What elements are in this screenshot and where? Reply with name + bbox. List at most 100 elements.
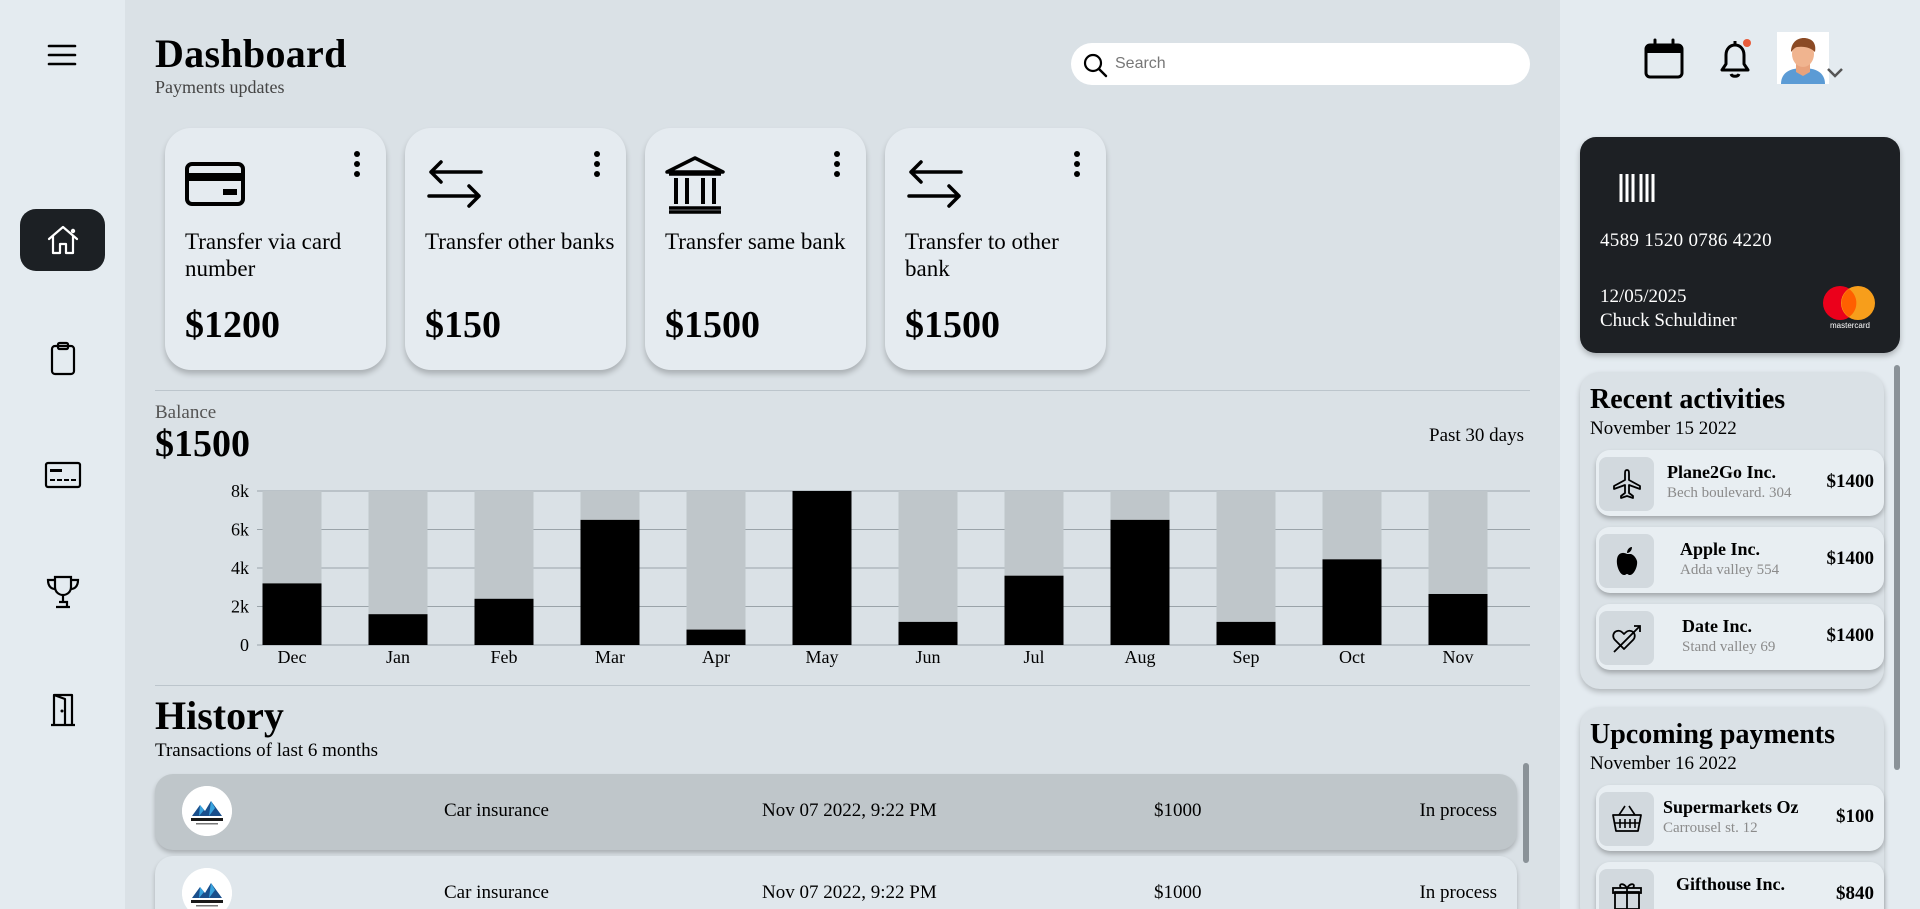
clipboard-icon <box>50 341 75 376</box>
balance-bar-chart: 0 2k 4k 6k 8k Dec Jan Feb Mar Apr May Jun Jul Aug Sep O… <box>231 481 1530 667</box>
transaction-name: Car insurance <box>444 882 549 903</box>
transfer-amount: $150 <box>425 304 501 346</box>
bar <box>1322 559 1382 645</box>
y-tick-label: 0 <box>240 635 249 655</box>
bar <box>1216 621 1276 645</box>
bank-card[interactable]: 4589 1520 0786 4220 12/05/2025 Chuck Sch… <box>1580 137 1900 353</box>
door-icon <box>50 693 75 727</box>
bar <box>1110 519 1170 645</box>
sidebar-item-logout[interactable] <box>20 679 105 741</box>
y-tick-label: 4k <box>231 558 249 578</box>
history-scrollbar[interactable] <box>1523 763 1529 863</box>
payment-name: Gifthouse Inc. <box>1676 874 1786 894</box>
status-badge: In process <box>1419 882 1497 903</box>
x-tick-label: Jan <box>386 647 410 667</box>
panel-date: November 15 2022 <box>1590 418 1737 439</box>
transaction-date: Nov 07 2022, 9:22 PM <box>762 882 937 903</box>
activity-item[interactable]: Plane2Go Inc. Bech boulevard. 304 $1400 <box>1596 450 1884 516</box>
payment-name: Supermarkets Oz <box>1663 797 1799 817</box>
right-panel-scrollbar[interactable] <box>1894 365 1900 770</box>
search-input[interactable] <box>1115 51 1515 77</box>
panel-title: Recent activities <box>1590 384 1786 415</box>
transfer-label: Transfer same bank <box>665 229 846 254</box>
x-tick-label: May <box>806 647 839 667</box>
menu-button[interactable] <box>42 38 82 72</box>
transfer-card[interactable]: Transfer other banks $150 <box>405 128 626 370</box>
hamburger-menu-icon <box>47 44 77 66</box>
card-brand-name: mastercard <box>1829 321 1870 330</box>
transfer-card[interactable]: Transfer to other bank $1500 <box>885 128 1106 370</box>
activity-item[interactable]: Date Inc. Stand valley 69 $1400 <box>1596 604 1884 670</box>
bar-track <box>686 491 746 645</box>
status-badge: In process <box>1419 800 1497 821</box>
activity-item[interactable]: Apple Inc. Adda valley 554 $1400 <box>1596 527 1884 593</box>
transfer-label: Transfer via card number <box>185 229 342 281</box>
heart-arrow-icon <box>1611 625 1641 653</box>
more-options-icon[interactable] <box>590 150 604 180</box>
apple-icon <box>1616 547 1637 575</box>
bar <box>368 614 428 645</box>
basket-icon <box>1611 805 1642 832</box>
activity-amount: $1400 <box>1826 471 1875 492</box>
company-logo <box>182 786 232 836</box>
x-tick-label: Nov <box>1443 647 1474 667</box>
sidebar-item-cards[interactable] <box>20 444 105 506</box>
sidebar-item-trophy[interactable] <box>20 561 105 623</box>
transaction-amount: $1000 <box>1154 882 1202 903</box>
search-icon <box>1083 53 1108 78</box>
card-expiry: 12/05/2025 <box>1600 286 1687 307</box>
transfer-card[interactable]: Transfer via card number $1200 <box>165 128 386 370</box>
activity-address: Bech boulevard. 304 <box>1667 485 1792 501</box>
more-options-icon[interactable] <box>830 150 844 180</box>
panel-date: November 16 2022 <box>1590 753 1737 774</box>
bar <box>792 491 852 645</box>
company-logo <box>182 868 232 909</box>
more-options-icon[interactable] <box>350 150 364 180</box>
transaction-date: Nov 07 2022, 9:22 PM <box>762 800 937 821</box>
transfer-label: Transfer other banks <box>425 229 615 254</box>
bar <box>262 583 322 645</box>
transfer-arrows-icon <box>427 160 483 208</box>
transfer-amount: $1500 <box>905 304 1000 346</box>
activity-amount: $1400 <box>1826 625 1875 646</box>
bank-icon <box>665 156 725 214</box>
transfer-card[interactable]: Transfer same bank $1500 <box>645 128 866 370</box>
avatar[interactable] <box>1777 32 1829 84</box>
trophy-icon <box>46 575 79 609</box>
credit-card-icon <box>185 162 245 206</box>
chevron-down-icon[interactable] <box>1826 66 1844 80</box>
transaction-name: Car insurance <box>444 800 549 821</box>
sidebar-item-home[interactable] <box>20 209 105 271</box>
panel-title: Upcoming payments <box>1590 719 1836 750</box>
x-tick-label: Apr <box>702 647 730 667</box>
x-tick-label: Jul <box>1023 647 1044 667</box>
page-title: Dashboard <box>155 31 347 76</box>
home-icon <box>47 225 78 255</box>
notification-bell-icon[interactable] <box>1713 37 1757 81</box>
activity-amount: $1400 <box>1826 548 1875 569</box>
payment-item[interactable]: Gifthouse Inc. $840 <box>1596 862 1884 909</box>
payment-address: Carrousel st. 12 <box>1663 820 1758 836</box>
table-row[interactable]: Car insurance Nov 07 2022, 9:22 PM $1000… <box>155 856 1517 909</box>
period-selector[interactable]: Past 30 days <box>1429 425 1524 447</box>
x-tick-label: Jun <box>915 647 940 667</box>
x-tick-label: Oct <box>1339 647 1365 667</box>
y-tick-label: 2k <box>231 597 249 617</box>
bar <box>580 519 640 645</box>
more-options-icon[interactable] <box>1070 150 1084 180</box>
sidebar-item-clipboard[interactable] <box>20 327 105 389</box>
y-tick-label: 6k <box>231 520 249 540</box>
search-bar[interactable] <box>1071 43 1530 85</box>
payment-item[interactable]: Supermarkets Oz Carrousel st. 12 $100 <box>1596 785 1884 851</box>
credit-card-icon <box>44 461 81 489</box>
balance-label: Balance <box>155 402 217 423</box>
activity-name: Apple Inc. <box>1680 539 1761 559</box>
table-row[interactable]: Car insurance Nov 07 2022, 9:22 PM $1000… <box>155 774 1517 850</box>
upcoming-payments-panel: Upcoming payments November 16 2022 Super… <box>1580 707 1884 909</box>
history-subtitle: Transactions of last 6 months <box>155 740 379 761</box>
activity-address: Adda valley 554 <box>1680 562 1780 578</box>
y-tick-label: 8k <box>231 481 249 501</box>
barcode-icon <box>1619 174 1655 202</box>
calendar-icon[interactable] <box>1642 37 1686 81</box>
x-tick-label: Aug <box>1125 647 1156 667</box>
